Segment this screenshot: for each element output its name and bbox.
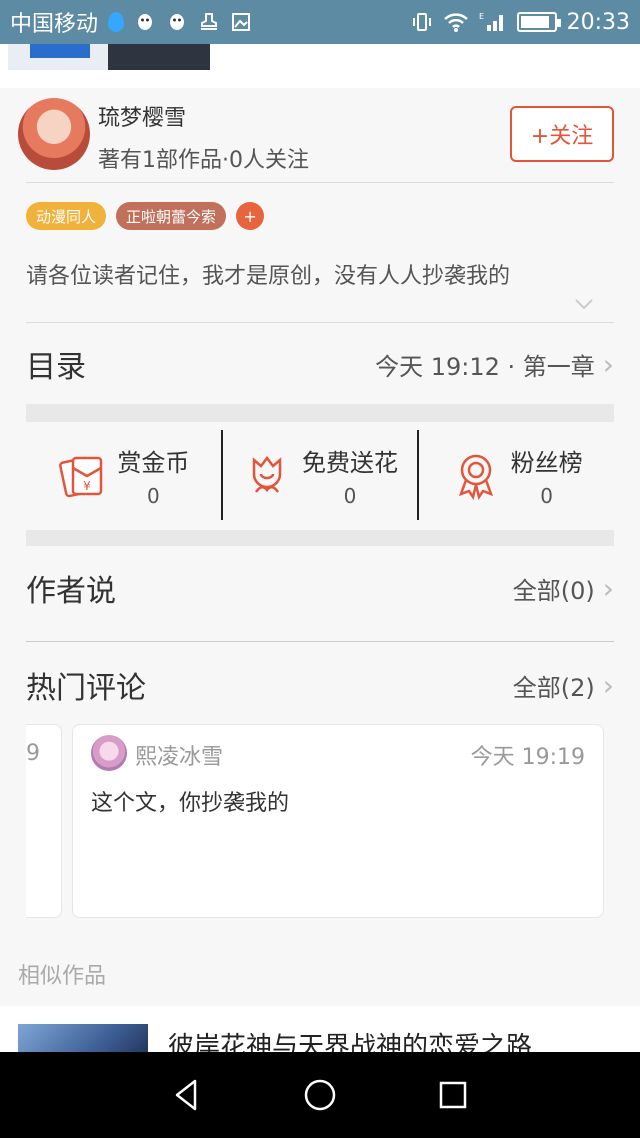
image-icon xyxy=(232,13,251,31)
battery-icon xyxy=(516,12,561,32)
home-icon[interactable] xyxy=(302,1077,338,1113)
ad-thumbnail-dark[interactable] xyxy=(108,44,210,70)
reward-label: 免费送花 xyxy=(302,448,398,477)
author-says-row[interactable]: 作者说 全部(0) › xyxy=(26,558,614,618)
reward-count: 0 xyxy=(343,483,357,508)
hot-comments-title: 热门评论 xyxy=(26,671,146,706)
rewards-bar: ¥ 赏金币 0 免费送花 0 粉丝榜 0 xyxy=(26,430,614,520)
chevron-right-icon: › xyxy=(602,668,614,702)
comment-text: 这个文，你抄袭我的 xyxy=(91,791,290,816)
book-description: 请各位读者记住，我才是原创，没有人人抄袭我的 xyxy=(26,264,511,289)
reward-count: 0 xyxy=(146,483,160,508)
stamp-icon xyxy=(201,13,218,30)
recents-icon[interactable] xyxy=(435,1077,471,1113)
vibrate-icon xyxy=(412,13,431,31)
catalog-update: 今天 19:12 · 第一章 xyxy=(375,352,595,381)
chevron-right-icon: › xyxy=(602,347,614,381)
book-title[interactable]: 彼岸花神与天界战神的恋爱之路 xyxy=(168,1026,532,1054)
similar-works-title: 相似作品 xyxy=(18,964,107,989)
author-says-title: 作者说 xyxy=(26,574,116,609)
avatar[interactable] xyxy=(91,735,127,771)
fan-ranking-button[interactable]: 粉丝榜 0 xyxy=(417,430,614,520)
divider xyxy=(26,641,614,642)
book-cover[interactable] xyxy=(18,1024,148,1054)
back-icon[interactable] xyxy=(169,1077,205,1113)
divider xyxy=(26,182,614,183)
reward-label: 粉丝榜 xyxy=(510,448,583,477)
qq-icon-2 xyxy=(170,14,185,30)
comment-card-previous[interactable]: 9 xyxy=(26,724,62,918)
signal-icon: E xyxy=(479,12,503,31)
comment-card[interactable]: 熙凌冰雪 今天 19:19 这个文，你抄袭我的 xyxy=(72,724,604,918)
app-drop-icon xyxy=(108,12,125,32)
flower-icon xyxy=(252,455,282,493)
section-separator xyxy=(26,404,614,422)
reward-coins-button[interactable]: ¥ 赏金币 0 xyxy=(26,430,221,520)
author-name[interactable]: 琉梦樱雪 xyxy=(98,100,186,132)
chevron-right-icon: › xyxy=(602,571,614,605)
status-bar: 中国移动 E 20:33 xyxy=(0,0,640,44)
similar-book-item[interactable]: 彼岸花神与天界战神的恋爱之路 xyxy=(0,1006,640,1054)
qq-icon xyxy=(138,14,153,30)
tag-list: 动漫同人 正啦朝蕾今索 + xyxy=(26,202,265,230)
ad-thumbnail[interactable] xyxy=(8,44,108,70)
comment-partial-text: 9 xyxy=(26,741,40,766)
comment-time: 今天 19:19 xyxy=(470,745,585,770)
author-section: 琉梦樱雪 著有1部作品·0人关注 +关注 xyxy=(18,96,614,182)
add-tag-button[interactable]: + xyxy=(236,202,265,230)
reward-label: 赏金币 xyxy=(117,448,190,477)
avatar[interactable] xyxy=(18,98,90,170)
tag-item[interactable]: 动漫同人 xyxy=(26,202,107,230)
catalog-row[interactable]: 目录 今天 19:12 · 第一章 › xyxy=(26,334,614,394)
author-stats: 著有1部作品·0人关注 xyxy=(98,148,309,173)
carrier-label: 中国移动 xyxy=(10,12,99,37)
send-flower-button[interactable]: 免费送花 0 xyxy=(220,430,418,520)
follow-button[interactable]: +关注 xyxy=(510,106,614,162)
hot-comments-row[interactable]: 热门评论 全部(2) › xyxy=(26,655,614,715)
reward-count: 0 xyxy=(540,483,554,508)
medal-icon xyxy=(458,454,493,500)
hot-comments-all: 全部(2) xyxy=(512,673,595,702)
wifi-icon xyxy=(443,13,468,32)
system-nav-bar xyxy=(0,1052,640,1138)
svg-text:¥: ¥ xyxy=(84,479,92,493)
catalog-title: 目录 xyxy=(26,350,86,385)
divider xyxy=(26,322,614,323)
tag-item[interactable]: 正啦朝蕾今索 xyxy=(116,202,227,230)
author-says-all: 全部(0) xyxy=(512,576,595,605)
ad-banner[interactable] xyxy=(0,44,640,88)
clock: 20:33 xyxy=(566,9,630,35)
chevron-down-icon[interactable] xyxy=(574,296,594,312)
comment-user[interactable]: 熙凌冰雪 xyxy=(135,739,223,771)
section-separator xyxy=(26,530,614,546)
red-envelope-icon: ¥ xyxy=(59,456,103,498)
svg-text:E: E xyxy=(479,12,484,21)
